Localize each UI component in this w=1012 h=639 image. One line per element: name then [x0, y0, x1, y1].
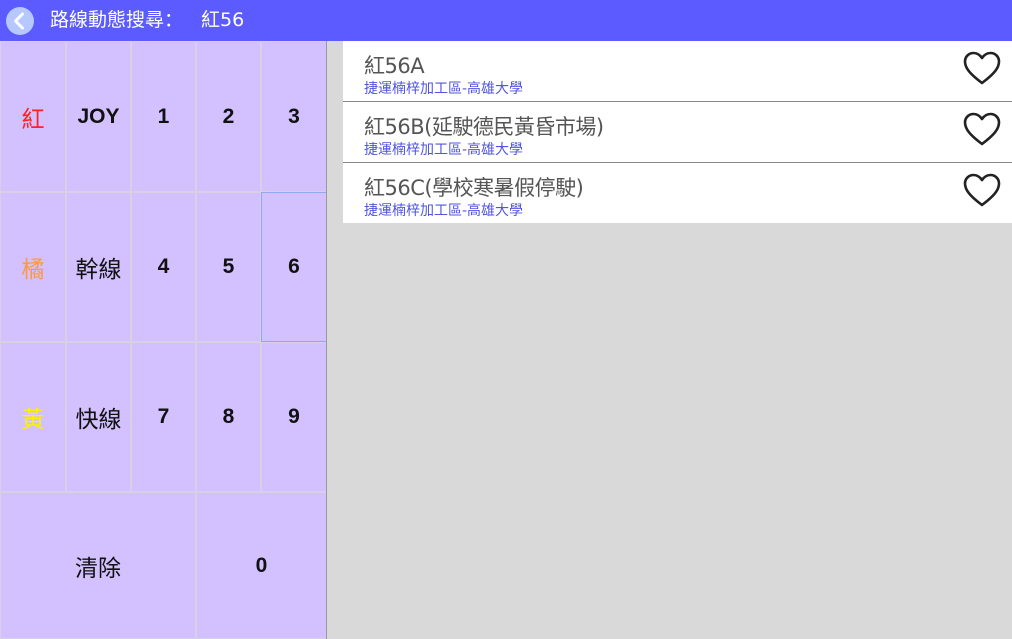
route-endpoints: 捷運楠梓加工區-高雄大學	[364, 203, 524, 219]
heart-outline-icon[interactable]	[962, 110, 1002, 150]
route-item[interactable]: 紅56A 捷運楠梓加工區-高雄大學	[343, 41, 1012, 102]
key-trunk-line[interactable]: 幹線	[66, 192, 131, 342]
back-button[interactable]	[6, 7, 34, 35]
route-name: 紅56B(延駛德民黃昏市場)	[364, 115, 604, 139]
key-express-line[interactable]: 快線	[66, 342, 131, 492]
key-2[interactable]: 2	[196, 41, 261, 192]
route-item[interactable]: 紅56C(學校寒暑假停駛) 捷運楠梓加工區-高雄大學	[343, 163, 1012, 223]
heart-outline-icon[interactable]	[962, 171, 1002, 211]
route-endpoints: 捷運楠梓加工區-高雄大學	[364, 142, 524, 158]
key-orange[interactable]: 橘	[0, 192, 66, 342]
key-5[interactable]: 5	[196, 192, 261, 342]
route-item[interactable]: 紅56B(延駛德民黃昏市場) 捷運楠梓加工區-高雄大學	[343, 102, 1012, 163]
key-4[interactable]: 4	[131, 192, 196, 342]
route-keypad: 紅 JOY 1 2 3 橘 幹線 4 5 6 黃 快線 7 8 9 清除 0	[0, 41, 327, 639]
key-yellow[interactable]: 黃	[0, 342, 66, 492]
page-title: 路線動態搜尋： 紅56	[50, 0, 244, 41]
heart-outline-icon[interactable]	[962, 49, 1002, 89]
key-6[interactable]: 6	[261, 192, 327, 342]
route-list: 紅56A 捷運楠梓加工區-高雄大學 紅56B(延駛德民黃昏市場) 捷運楠梓加工區…	[343, 41, 1012, 223]
key-7[interactable]: 7	[131, 342, 196, 492]
key-red[interactable]: 紅	[0, 41, 66, 192]
route-name: 紅56C(學校寒暑假停駛)	[364, 176, 584, 200]
top-bar: 路線動態搜尋： 紅56	[0, 0, 1012, 41]
key-8[interactable]: 8	[196, 342, 261, 492]
key-1[interactable]: 1	[131, 41, 196, 192]
search-query: 紅56	[201, 9, 245, 31]
clear-button[interactable]: 清除	[0, 492, 196, 639]
key-0[interactable]: 0	[196, 492, 327, 639]
key-9[interactable]: 9	[261, 342, 327, 492]
panel-divider	[326, 41, 327, 639]
route-endpoints: 捷運楠梓加工區-高雄大學	[364, 81, 524, 97]
key-3[interactable]: 3	[261, 41, 327, 192]
chevron-left-icon	[14, 12, 24, 30]
key-joy[interactable]: JOY	[66, 41, 131, 192]
title-label: 路線動態搜尋：	[50, 9, 184, 31]
route-name: 紅56A	[364, 54, 425, 78]
